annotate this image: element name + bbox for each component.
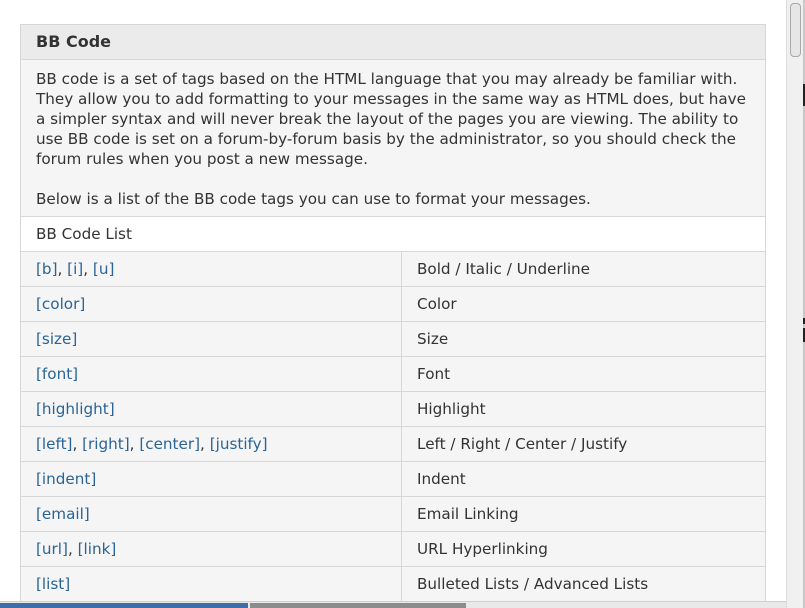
bbcode-description-cell: Color [417, 295, 457, 313]
bbcode-description-cell: Font [417, 365, 451, 383]
bbcode-tag-link[interactable]: [u] [93, 260, 114, 278]
table-row: [list] Bulleted Lists / Advanced Lists [21, 567, 765, 602]
bbcode-tags-cell: [size] [21, 322, 402, 356]
panel-title: BB Code [21, 25, 765, 60]
bbcode-tags-cell: [url], [link] [21, 532, 402, 566]
bbcode-tag-link[interactable]: [url] [36, 540, 68, 558]
bbcode-description-cell: Size [417, 330, 449, 348]
bbcode-description-cell: Highlight [417, 400, 486, 418]
bbcode-tag-link[interactable]: [center] [139, 435, 200, 453]
bbcode-tag-link[interactable]: [right] [82, 435, 130, 453]
table-row: [b], [i], [u] Bold / Italic / Underline [21, 252, 765, 287]
bottom-bar-secondary [250, 603, 466, 608]
bbcode-tag-link[interactable]: [email] [36, 505, 90, 523]
list-intro-paragraph: Below is a list of the BB code tags you … [36, 190, 591, 208]
table-row: [font] Font [21, 357, 765, 392]
table-row: [url], [link] URL Hyperlinking [21, 532, 765, 567]
bbcode-tag-link[interactable]: [left] [36, 435, 72, 453]
bbcode-tag-link[interactable]: [font] [36, 365, 78, 383]
bbcode-tag-link[interactable]: [link] [78, 540, 117, 558]
bbcode-tag-link[interactable]: [b] [36, 260, 58, 278]
bottom-bar-primary [0, 603, 248, 608]
bbcode-tag-link[interactable]: [justify] [210, 435, 268, 453]
scrollbar-thumb[interactable] [790, 3, 801, 57]
bottom-strip [0, 601, 786, 608]
table-row: [indent] Indent [21, 462, 765, 497]
tag-separator: , [67, 540, 78, 558]
table-row: [color] Color [21, 287, 765, 322]
bbcode-tag-link[interactable]: [indent] [36, 470, 96, 488]
bbcode-tag-link[interactable]: [list] [36, 575, 70, 593]
bbcode-tags-cell: [list] [21, 567, 402, 601]
vertical-scrollbar[interactable] [786, 0, 804, 608]
bbcode-description-cell: Indent [417, 470, 466, 488]
table-row: [size] Size [21, 322, 765, 357]
bbcode-panel: BB Code BB code is a set of tags based o… [20, 24, 766, 603]
table-row: [email] Email Linking [21, 497, 765, 532]
bbcode-tags-cell: [b], [i], [u] [21, 252, 402, 286]
bbcode-list-title: BB Code List [21, 216, 765, 251]
bbcode-description-cell: Left / Right / Center / Justify [417, 435, 628, 453]
bbcode-tags-cell: [indent] [21, 462, 402, 496]
bbcode-tag-link[interactable]: [size] [36, 330, 77, 348]
bbcode-tags-cell: [color] [21, 287, 402, 321]
bbcode-tags-cell: [font] [21, 357, 402, 391]
tag-separator: , [200, 435, 210, 453]
tag-separator: , [57, 260, 68, 278]
bbcode-tags-cell: [highlight] [21, 392, 402, 426]
tag-separator: , [72, 435, 83, 453]
bbcode-tag-link[interactable]: [highlight] [36, 400, 115, 418]
panel-description: BB code is a set of tags based on the HT… [21, 60, 765, 216]
bbcode-table: [b], [i], [u] Bold / Italic / Underline [c… [21, 251, 765, 602]
intro-paragraph: BB code is a set of tags based on the HT… [36, 70, 747, 168]
bbcode-description-cell: URL Hyperlinking [417, 540, 548, 558]
bbcode-description-cell: Bulleted Lists / Advanced Lists [417, 575, 649, 593]
bbcode-tag-link[interactable]: [i] [67, 260, 83, 278]
bbcode-description-cell: Bold / Italic / Underline [417, 260, 591, 278]
table-row: [left], [right], [center], [justify] Left… [21, 427, 765, 462]
tag-separator: , [83, 260, 93, 278]
bbcode-tag-link[interactable]: [color] [36, 295, 85, 313]
bbcode-tags-cell: [email] [21, 497, 402, 531]
table-row: [highlight] Highlight [21, 392, 765, 427]
help-page-viewport: BB Code BB code is a set of tags based o… [0, 0, 805, 608]
tag-separator: , [129, 435, 140, 453]
bbcode-description-cell: Email Linking [417, 505, 519, 523]
bbcode-tags-cell: [left], [right], [center], [justify] [21, 427, 402, 461]
